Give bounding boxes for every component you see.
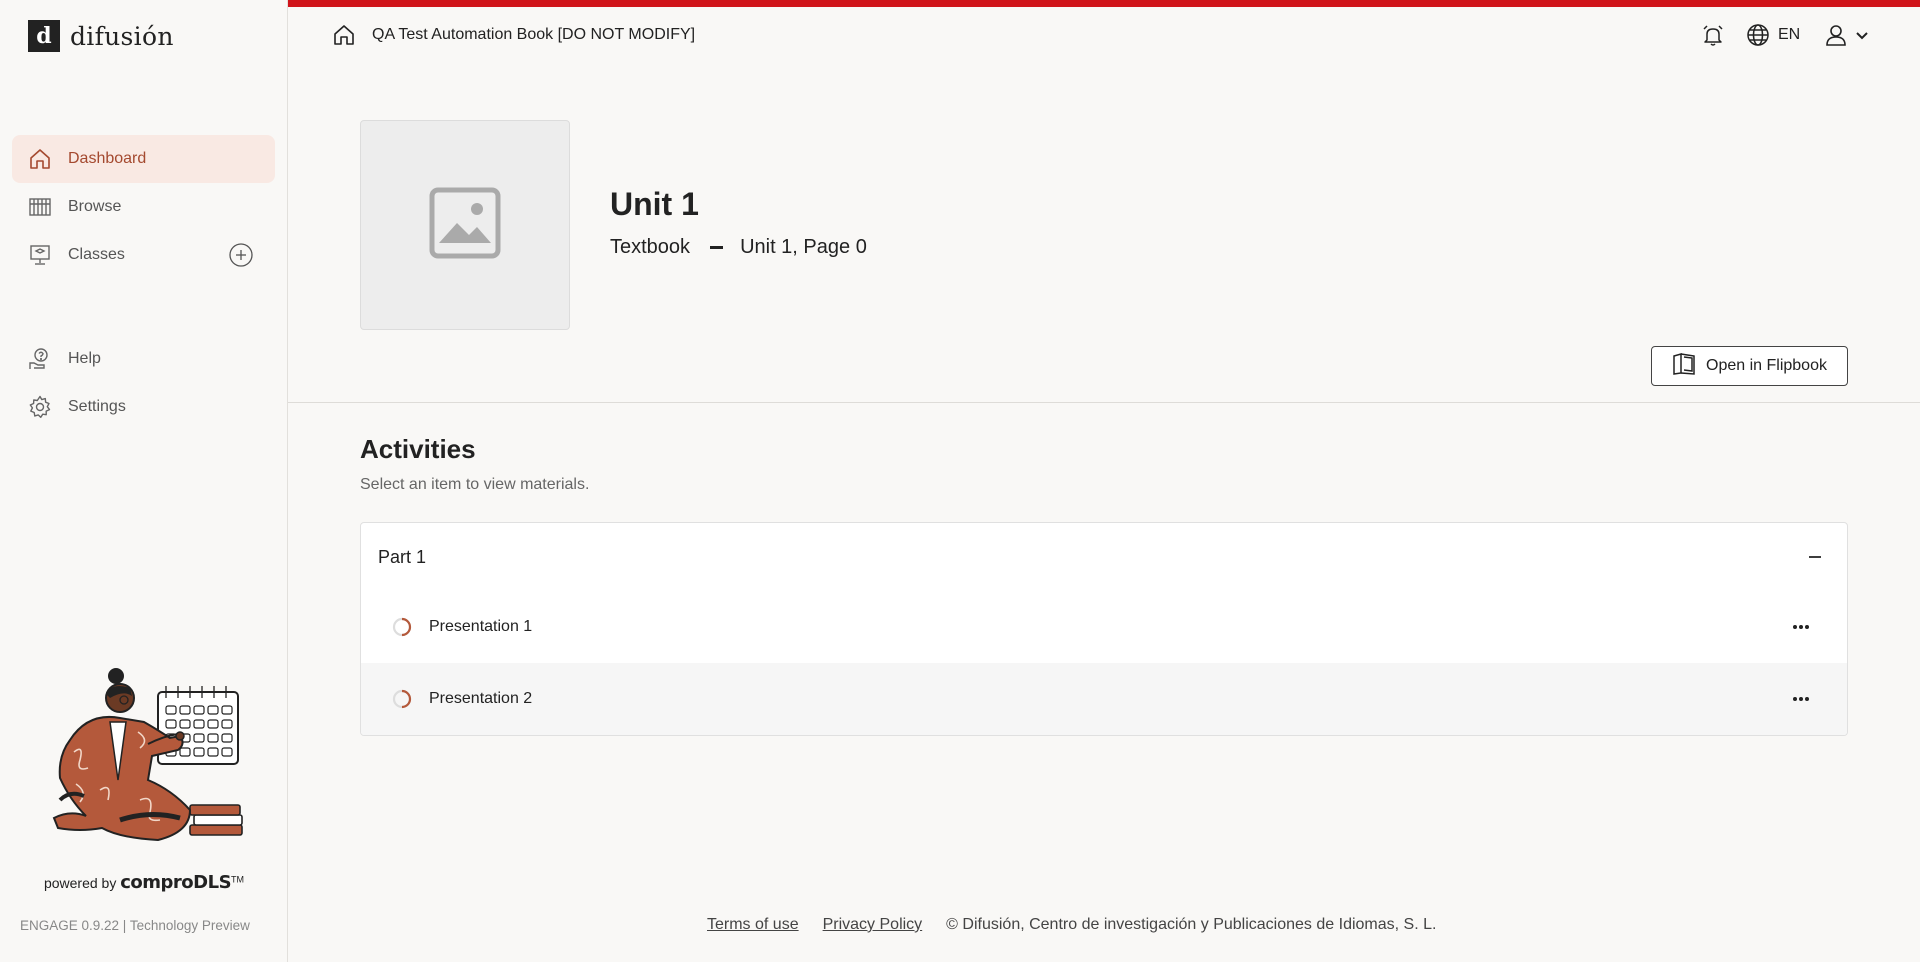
privacy-policy-link[interactable]: Privacy Policy [823, 916, 923, 934]
language-selector[interactable]: EN [1778, 26, 1800, 44]
unit-subtitle: Textbook Unit 1, Page 0 [610, 236, 867, 259]
list-item[interactable]: Presentation 2 [361, 663, 1847, 735]
teacher-illustration [40, 660, 250, 845]
add-class-button[interactable] [229, 243, 253, 267]
sidebar-item-label: Classes [68, 246, 125, 263]
sidebar-item-label: Browse [68, 198, 122, 215]
sidebar-item-classes[interactable]: Classes [12, 231, 275, 279]
sidebar-item-label: Help [68, 350, 101, 367]
sidebar: d difusión Dashboard Browse Classes Help… [0, 0, 288, 962]
powered-by: powered by comproDLSTM [0, 872, 288, 893]
unit-type: Textbook [610, 236, 691, 258]
separator-dash [710, 246, 724, 249]
secondary-nav: Help Settings [12, 335, 275, 431]
chevron-down-icon[interactable] [1852, 25, 1872, 45]
difusion-logo[interactable]: d difusión [28, 20, 174, 52]
sidebar-item-help[interactable]: Help [12, 335, 275, 383]
home-icon[interactable] [332, 23, 356, 47]
trademark-symbol: TM [231, 874, 245, 885]
terms-of-use-link[interactable]: Terms of use [707, 916, 799, 934]
unit-location: Unit 1, Page 0 [740, 236, 867, 258]
part-header[interactable]: Part 1 [361, 523, 1847, 591]
globe-icon[interactable] [1746, 23, 1770, 47]
book-title[interactable]: QA Test Automation Book [DO NOT MODIFY] [372, 26, 695, 44]
notification-bell-icon[interactable] [1701, 23, 1725, 47]
top-accent-bar [288, 0, 1920, 7]
version-label: ENGAGE 0.9.22 | Technology Preview [20, 918, 250, 933]
unit-title: Unit 1 [610, 186, 699, 222]
activities-title: Activities [360, 434, 476, 464]
image-placeholder-icon [429, 187, 501, 264]
part-title: Part 1 [378, 546, 427, 567]
footer: Terms of use Privacy Policy © Difusión, … [707, 916, 1436, 934]
main-nav: Dashboard Browse Classes [12, 135, 275, 279]
copyright-text: © Difusión, Centro de investigación y Pu… [946, 916, 1437, 933]
more-options-icon[interactable] [1791, 617, 1811, 637]
activity-title: Presentation 1 [429, 618, 533, 635]
sidebar-item-label: Settings [68, 398, 126, 415]
progress-status-icon [391, 616, 413, 638]
more-options-icon[interactable] [1791, 689, 1811, 709]
activity-title: Presentation 2 [429, 690, 533, 707]
powered-by-text: powered by [43, 875, 117, 891]
list-item[interactable]: Presentation 1 [361, 591, 1847, 663]
book-open-icon [1672, 352, 1696, 380]
sidebar-item-label: Dashboard [68, 150, 147, 167]
logo-mark: d [28, 20, 60, 52]
open-in-flipbook-button[interactable]: Open in Flipbook [1651, 346, 1848, 386]
sidebar-item-browse[interactable]: Browse [12, 183, 275, 231]
open-in-flipbook-label: Open in Flipbook [1706, 357, 1827, 374]
activities-subtitle: Select an item to view materials. [360, 476, 590, 493]
part-accordion: Part 1 Presentation 1 Presentation 2 [360, 522, 1848, 736]
home-icon [28, 147, 52, 171]
user-icon[interactable] [1824, 23, 1848, 47]
logo-text: difusión [70, 21, 174, 51]
books-icon [28, 195, 52, 219]
sidebar-item-dashboard[interactable]: Dashboard [12, 135, 275, 183]
collapse-icon[interactable] [1805, 547, 1825, 567]
gear-icon [28, 395, 52, 419]
top-bar: QA Test Automation Book [DO NOT MODIFY] … [288, 7, 1920, 63]
progress-status-icon [391, 688, 413, 710]
unit-thumbnail [360, 120, 570, 330]
sidebar-item-settings[interactable]: Settings [12, 383, 275, 431]
help-icon [28, 347, 52, 371]
compro-brand: comproDLS [120, 872, 232, 893]
section-divider [288, 402, 1920, 403]
classroom-icon [28, 243, 52, 267]
